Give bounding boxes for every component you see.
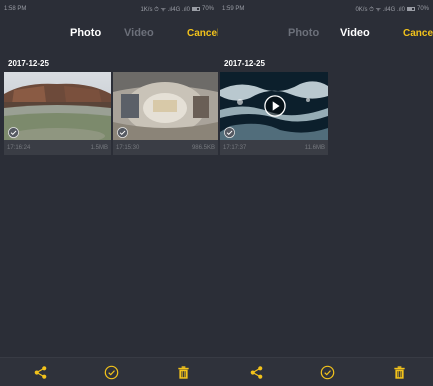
status-bar: 1:58 PM 1K/s ⏱ ᯤ .ıl4G .ıl0 70% xyxy=(0,0,218,18)
top-bar: Photo Video Cancel xyxy=(0,18,218,48)
media-size: 986.5KB xyxy=(191,144,215,151)
tab-photo[interactable]: Photo xyxy=(288,27,319,39)
media-time: 17:16:24 xyxy=(7,144,31,151)
trash-icon[interactable] xyxy=(392,365,407,380)
photo-thumbnail xyxy=(4,72,111,140)
status-indicators: 1K/s ⏱ ᯤ .ıl4G .ıl0 70% xyxy=(140,5,214,14)
network-indicators: 1K/s ⏱ ᯤ .ıl4G .ıl0 xyxy=(140,6,190,13)
status-time: 1:59 PM xyxy=(222,6,245,12)
check-circle-icon[interactable] xyxy=(8,127,19,138)
media-item[interactable]: 17:16:24 1.5MB xyxy=(4,72,111,155)
media-item[interactable]: 17:17:37 11.6MB xyxy=(220,72,328,155)
tab-video[interactable]: Video xyxy=(124,27,154,39)
share-icon[interactable] xyxy=(249,365,264,380)
share-icon[interactable] xyxy=(33,365,48,380)
media-meta: 17:15:30 986.5KB xyxy=(113,140,218,155)
check-circle-icon[interactable] xyxy=(117,127,128,138)
media-item[interactable]: 17:15:30 986.5KB xyxy=(113,72,218,155)
media-size: 11.6MB xyxy=(304,144,325,151)
cancel-button[interactable]: Cancel xyxy=(187,28,218,39)
check-circle-icon[interactable] xyxy=(104,365,119,380)
tab-photo[interactable]: Photo xyxy=(70,27,101,39)
cancel-button[interactable]: Cancel xyxy=(403,28,433,39)
date-header: 2017-12-25 xyxy=(224,59,265,68)
panorama-interior-image xyxy=(113,72,218,140)
play-icon[interactable] xyxy=(264,95,286,117)
status-time: 1:58 PM xyxy=(4,6,27,12)
battery-percent: 70% xyxy=(416,6,429,12)
bottom-toolbar xyxy=(218,357,433,386)
media-time: 17:17:37 xyxy=(223,144,247,151)
trash-icon[interactable] xyxy=(176,365,191,380)
photo-thumbnail xyxy=(113,72,218,140)
status-bar: 1:59 PM 0K/s ⏱ ᯤ .ıl4G .ıl0 70% xyxy=(218,0,433,18)
check-circle-icon[interactable] xyxy=(320,365,335,380)
media-time: 17:15:30 xyxy=(116,144,140,151)
check-circle-icon[interactable] xyxy=(224,127,235,138)
battery-icon xyxy=(191,7,200,11)
photo-screen: 1:58 PM 1K/s ⏱ ᯤ .ıl4G .ıl0 70% Photo Vi… xyxy=(0,0,218,386)
top-bar: Photo Video Cancel xyxy=(218,18,433,48)
panorama-courtyard-image xyxy=(4,72,111,140)
battery-icon xyxy=(406,7,415,11)
bottom-toolbar xyxy=(0,357,218,386)
status-indicators: 0K/s ⏱ ᯤ .ıl4G .ıl0 70% xyxy=(355,5,429,14)
date-header: 2017-12-25 xyxy=(8,59,49,68)
tab-video[interactable]: Video xyxy=(340,27,370,39)
network-indicators: 0K/s ⏱ ᯤ .ıl4G .ıl0 xyxy=(355,6,405,13)
media-meta: 17:17:37 11.6MB xyxy=(220,140,328,155)
battery-percent: 70% xyxy=(201,6,214,12)
media-size: 1.5MB xyxy=(90,144,108,151)
media-meta: 17:16:24 1.5MB xyxy=(4,140,111,155)
video-screen: 1:59 PM 0K/s ⏱ ᯤ .ıl4G .ıl0 70% Photo Vi… xyxy=(218,0,433,386)
